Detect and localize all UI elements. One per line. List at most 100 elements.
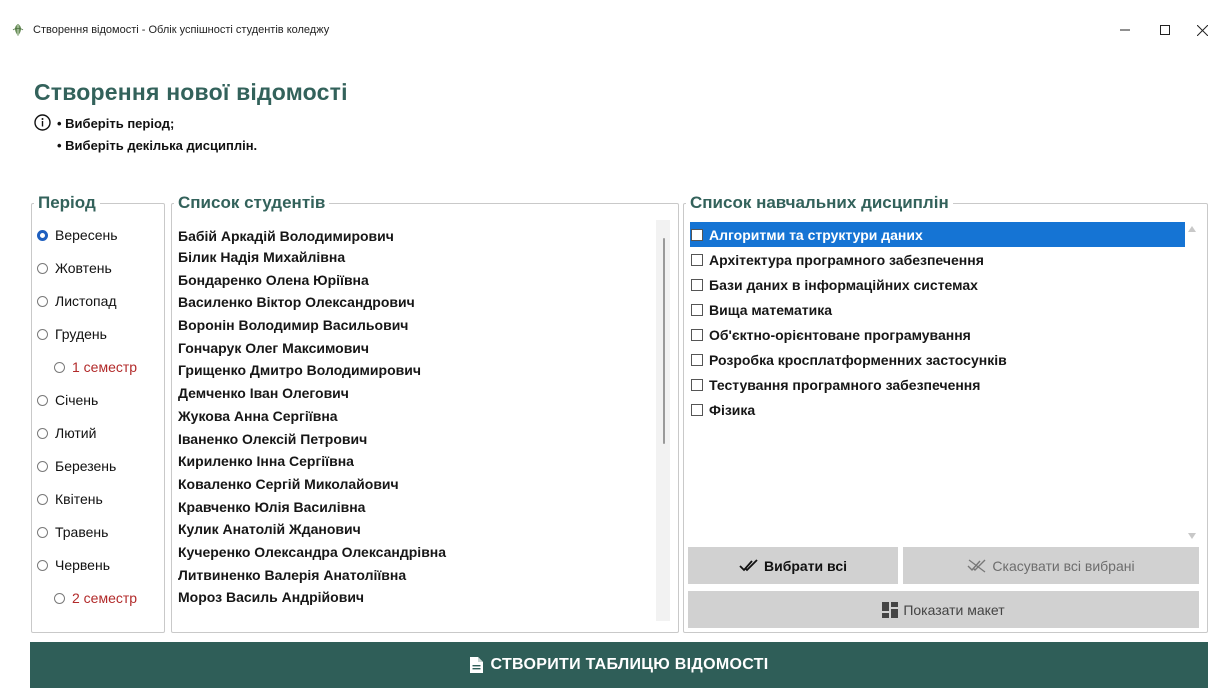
discipline-item[interactable]: Вища математика [690,297,1185,322]
period-option[interactable]: Жовтень [37,260,112,276]
radio-unchecked-icon[interactable] [54,361,65,373]
create-table-button[interactable]: СТВОРИТИ ТАБЛИЦЮ ВІДОМОСТІ [30,642,1208,688]
student-list-item[interactable]: Гончарук Олег Максимович [178,338,648,361]
radio-unchecked-icon[interactable] [37,328,48,340]
discipline-item[interactable]: Бази даних в інформаційних системах [690,272,1185,297]
scroll-down-icon[interactable] [1188,533,1196,539]
page-title: Створення нової відомості [34,79,348,105]
period-option[interactable]: Лютий [37,425,96,441]
checkbox-icon[interactable] [691,403,703,416]
period-option-label: Листопад [55,293,117,309]
show-layout-button[interactable]: Показати макет [688,591,1199,628]
period-option[interactable]: Квітень [37,491,103,507]
radio-checked-icon[interactable] [37,229,48,241]
minimize-button[interactable] [1105,16,1145,44]
student-list-item[interactable]: Демченко Іван Олегович [178,383,648,406]
student-list-item[interactable]: Кириленко Інна Сергіївна [178,451,648,474]
discipline-item[interactable]: Фізика [690,397,1185,422]
radio-unchecked-icon[interactable] [37,262,48,274]
create-table-label: СТВОРИТИ ТАБЛИЦЮ ВІДОМОСТІ [490,656,769,673]
student-list-item[interactable]: Грищенко Дмитро Володимирович [178,360,648,383]
period-option[interactable]: Червень [37,557,110,573]
hint-line: • Виберіть період; [57,116,175,131]
checkbox-icon[interactable] [691,353,703,366]
student-list[interactable]: Бабій Аркадій Володимирович Білик Надія М… [178,226,648,610]
student-list-item[interactable]: Білик Надія Михайлівна [178,247,648,270]
info-circle-icon [34,114,51,131]
window-titlebar: Створення відомості - Облік успішності с… [0,0,1219,62]
period-option-label: Лютий [55,425,97,441]
students-scroll-thumb[interactable] [663,238,665,444]
period-option[interactable]: Травень [37,524,108,540]
radio-unchecked-icon[interactable] [37,493,48,505]
clear-all-button[interactable]: Скасувати всі вибрані [903,547,1199,584]
period-option[interactable]: 2 семестр [54,590,137,606]
period-option-label: Травень [55,524,109,540]
discipline-item[interactable]: Архітектура програмного забезпечення [690,247,1185,272]
period-option[interactable]: Грудень [37,326,107,342]
discipline-item[interactable]: Об'єктно-орієнтоване програмування [690,322,1185,347]
period-option[interactable]: Листопад [37,293,117,309]
scroll-up-icon[interactable] [1188,226,1196,232]
discipline-label: Вища математика [709,301,833,318]
checkbox-icon[interactable] [691,253,703,266]
discipline-label: Алгоритми та структури даних [709,226,923,243]
checkbox-icon[interactable] [691,278,703,291]
period-option[interactable]: 1 семестр [54,359,137,375]
student-list-item[interactable]: Жукова Анна Сергіївна [178,406,648,429]
radio-unchecked-icon[interactable] [37,427,48,439]
checkbox-icon[interactable] [691,328,703,341]
radio-unchecked-icon[interactable] [37,559,48,571]
period-option[interactable]: Січень [37,392,98,408]
period-option-label: Вересень [55,227,118,243]
student-list-item[interactable]: Кучеренко Олександра Олександрівна [178,542,648,565]
students-legend: Список студентів [178,193,326,212]
discipline-list[interactable]: Алгоритми та структури даних Архітектура … [690,222,1185,422]
maximize-button[interactable] [1145,16,1185,44]
discipline-label: Фізика [709,401,756,418]
discipline-label: Архітектура програмного забезпечення [709,251,984,268]
checkbox-icon[interactable] [691,303,703,316]
discipline-label: Об'єктно-орієнтоване програмування [709,326,971,343]
select-all-label: Вибрати всі [764,557,847,574]
maximize-icon [1160,25,1170,35]
disciplines-scrollbar[interactable] [1185,222,1198,543]
student-list-item[interactable]: Литвиненко Валерія Анатоліївна [178,565,648,588]
close-button[interactable] [1182,16,1219,44]
period-option-label: Жовтень [55,260,112,276]
radio-unchecked-icon[interactable] [37,526,48,538]
discipline-label: Розробка кросплатформенних застосунків [709,351,1007,368]
discipline-item[interactable]: Алгоритми та структури даних [690,222,1185,247]
select-all-button[interactable]: Вибрати всі [688,547,898,584]
period-option-label: 2 семестр [72,590,138,606]
discipline-label: Тестування програмного забезпечення [709,376,981,393]
student-list-item[interactable]: Коваленко Сергій Миколайович [178,474,648,497]
checkbox-icon[interactable] [691,228,703,241]
discipline-item[interactable]: Розробка кросплатформенних застосунків [690,347,1185,372]
period-option[interactable]: Вересень [37,227,118,243]
radio-unchecked-icon[interactable] [37,394,48,406]
radio-unchecked-icon[interactable] [54,592,65,604]
discipline-item[interactable]: Тестування програмного забезпечення [690,372,1185,397]
period-option-label: Червень [55,557,110,573]
radio-unchecked-icon[interactable] [37,295,48,307]
grid-layout-icon [882,601,899,618]
period-option-label: Грудень [55,326,107,342]
checkbox-icon[interactable] [691,378,703,391]
student-list-item[interactable]: Василенко Віктор Олександрович [178,292,648,315]
student-list-item[interactable]: Кулик Анатолій Жданович [178,519,648,542]
leaf-icon [12,24,24,36]
period-option[interactable]: Березень [37,458,116,474]
student-list-item[interactable]: Кравченко Юлія Василівна [178,497,648,520]
document-icon [469,657,483,673]
period-option-label: Січень [55,392,99,408]
student-list-item[interactable]: Бабій Аркадій Володимирович [178,226,648,247]
student-list-item[interactable]: Бондаренко Олена Юріївна [178,270,648,293]
radio-unchecked-icon[interactable] [37,460,48,472]
period-option-label: Квітень [55,491,103,507]
student-list-item[interactable]: Воронін Володимир Васильович [178,315,648,338]
discipline-label: Бази даних в інформаційних системах [709,276,978,293]
student-list-item[interactable]: Іваненко Олексій Петрович [178,429,648,452]
period-legend: Період [38,193,96,212]
student-list-item[interactable]: Мороз Василь Андрійович [178,587,648,610]
